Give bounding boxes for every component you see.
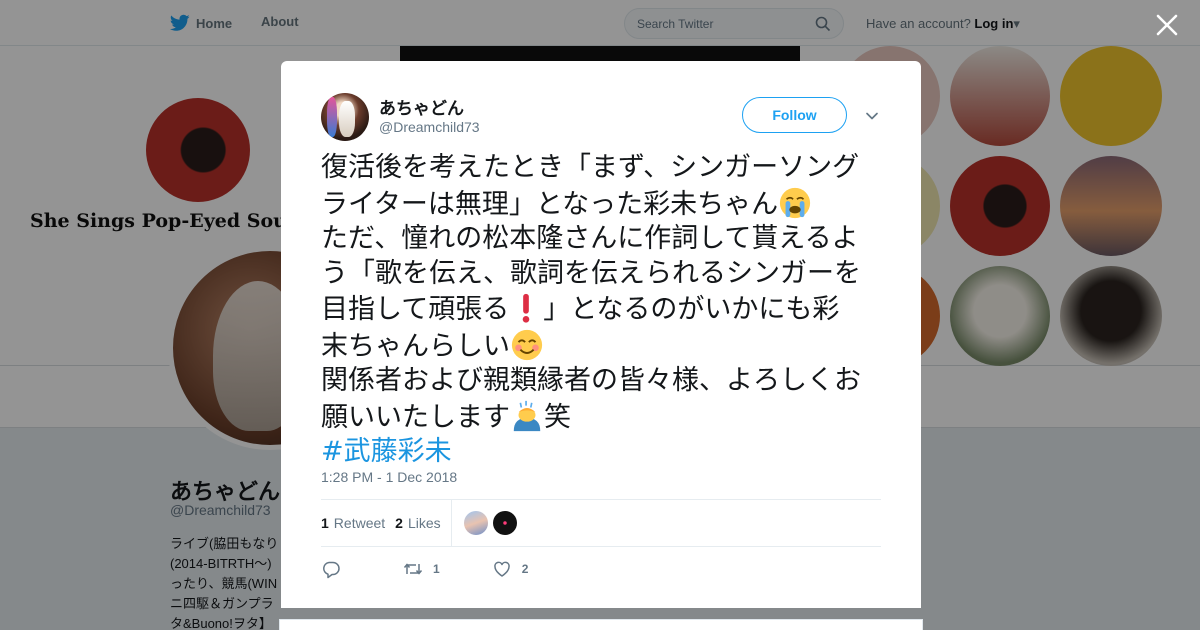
close-icon[interactable] [1154,12,1180,38]
smiling-face-emoji [511,329,543,360]
tweet-text-segment: う「歌を伝え、歌詞を伝えられるシンガーを [321,257,861,289]
liker-avatar[interactable] [463,511,488,535]
liker-avatar[interactable] [492,511,517,535]
tweet-text-segment: 復活後を考えたとき「まず、シンガーソング [321,152,860,183]
loudly-crying-face-emoji [779,187,811,218]
likes-stat[interactable]: 2 Likes [395,515,440,531]
tweet-line: #武藤彩未 [321,435,891,470]
tweet-modal: あちゃどん @Dreamchild73 Follow 復活後を考えたとき「まず、… [281,61,921,608]
tweet-line: う「歌を伝え、歌詞を伝えられるシンガーを [321,257,891,292]
tweet-line: ただ、憧れの松本隆さんに作詞して貰えるよ [321,222,891,257]
author-avatar[interactable] [321,93,369,141]
tweet-line: 願いいたします 笑 [321,399,891,436]
modal-reply-area [279,619,923,630]
likes-count: 2 [395,515,403,531]
tweet-actions: 1 2 [321,557,881,581]
retweet-stat-label: Retweet [333,515,386,531]
hashtag-link[interactable]: #武藤彩未 [321,436,452,467]
tweet-text: 復活後を考えたとき「まず、シンガーソング ライターは無理」となった彩未ちゃん た… [321,151,891,470]
tweet-text-segment: 笑 [544,401,571,433]
stats-divider [450,499,452,547]
person-bowing-emoji [513,400,541,431]
tweet-stats: 1 Retweet 2 Likes [321,499,881,547]
author-name[interactable]: あちゃどん [379,94,464,119]
heart-icon [493,561,510,577]
tweet-line: ライターは無理」となった彩未ちゃん [321,186,891,223]
author-handle[interactable]: @Dreamchild73 [379,119,480,135]
tweet-line: 末ちゃんらしい [321,328,891,365]
tweet-text-segment: 関係者および親類縁者の皆々様、よろしくお [321,365,861,396]
tweet-line: 目指して頑張る 」となるのがいかにも彩 [321,291,891,328]
retweet-button[interactable]: 1 [403,559,440,579]
reply-icon [322,561,340,579]
tweet-text-segment: 目指して頑張る [321,294,510,325]
tweet-text-segment: ただ、憧れの松本隆さんに作詞して貰えるよ [321,223,859,254]
tweet-text-segment: 末ちゃんらしい [321,330,510,362]
like-button[interactable]: 2 [492,559,529,579]
red-exclamation-emoji [522,293,530,323]
tweet-text-segment: 」となるのがいかにも彩 [543,294,840,325]
tweet-line: 復活後を考えたとき「まず、シンガーソング [321,151,891,186]
tweet-text-segment: ライターは無理」となった彩未ちゃん [321,188,779,220]
retweet-stat[interactable]: 1 Retweet [321,515,385,531]
reply-button[interactable] [321,559,341,579]
retweet-count: 1 [321,515,329,531]
tweet-line: 関係者および親類縁者の皆々様、よろしくお [321,364,891,399]
retweet-action-count: 1 [433,562,440,576]
chevron-down-icon[interactable] [864,108,880,124]
likes-stat-label: Likes [407,515,441,531]
like-action-count: 2 [521,562,529,576]
follow-button[interactable]: Follow [742,97,847,133]
retweet-icon [403,563,423,575]
tweet-text-segment: 願いいたします [321,401,510,433]
tweet-timestamp[interactable]: 1:28 PM - 1 Dec 2018 [321,469,457,485]
